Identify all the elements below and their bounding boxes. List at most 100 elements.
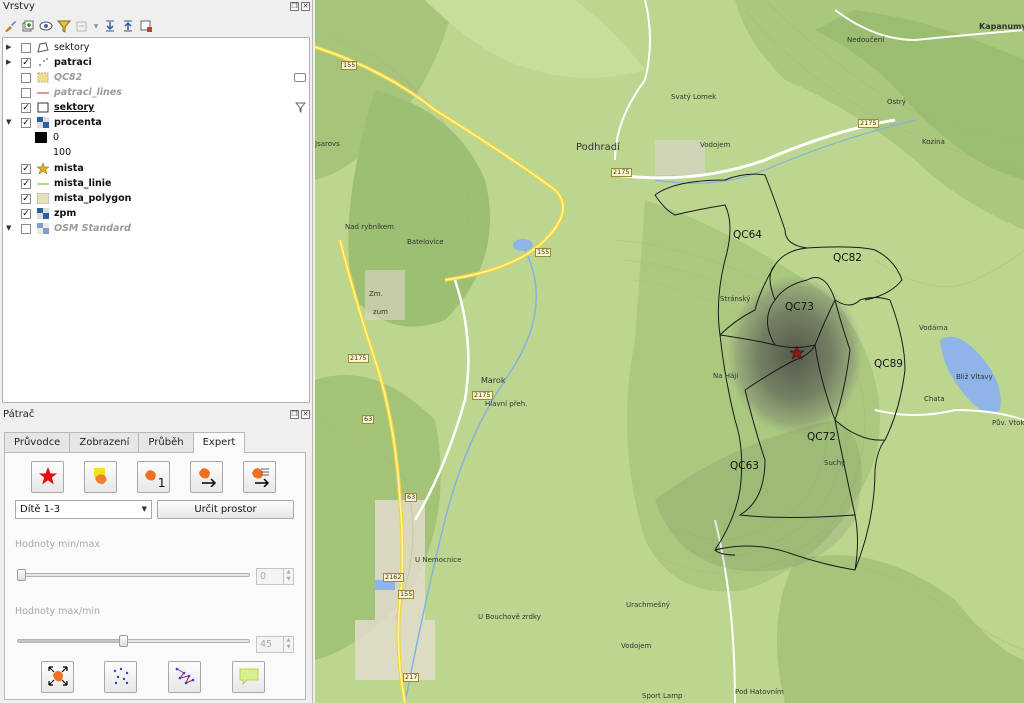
place-star-button[interactable] (31, 461, 64, 493)
tab-pruvodce[interactable]: Průvodce (4, 432, 71, 452)
tab-expert[interactable]: Expert (192, 432, 246, 453)
layer-checkbox[interactable]: ✓ (21, 194, 31, 204)
place-label: Chata (924, 395, 945, 403)
points-icon (37, 57, 49, 68)
layer-row-zpm[interactable]: ✓ zpm (3, 206, 309, 221)
feature-count-icon (294, 73, 306, 82)
show-points-button[interactable] (104, 661, 137, 693)
patrac-panel-title-text: Pátrač (3, 409, 35, 420)
float-icon[interactable]: ❐ (290, 410, 299, 419)
layers-dock-buttons: ❐ ✕ (290, 2, 310, 11)
layer-row-patraci[interactable]: ▶ ✓ patraci (3, 55, 309, 70)
minmax-label: Hodnoty min/max (15, 539, 100, 550)
sector-label: QC73 (785, 301, 814, 313)
place-polygon-button[interactable] (84, 461, 117, 493)
determine-area-button[interactable]: Určit prostor (157, 500, 294, 519)
show-tracks-button[interactable] (168, 661, 201, 693)
place-label: U Bouchově zrdky (478, 613, 541, 621)
map-canvas[interactable]: QC64 QC82 QC73 QC89 QC72 QC63 Podhradí K… (315, 0, 1024, 703)
float-icon[interactable]: ❐ (290, 2, 299, 11)
maxmin-slider-handle[interactable] (118, 635, 128, 647)
road-number-badge: 63 (362, 415, 375, 424)
place-label: Pod Hatovním (735, 688, 784, 696)
line-red-icon (37, 87, 49, 98)
sector-label: QC72 (807, 431, 836, 443)
left-dock: Vrstvy ❐ ✕ ▼ ▶ sektory ▶ ✓ patraci QC82 … (0, 0, 313, 703)
area-one-button[interactable]: 1 (137, 461, 170, 493)
tab-zobrazeni[interactable]: Zobrazení (69, 432, 140, 452)
maxmin-spinbox[interactable]: 45 ▲ ▼ (256, 636, 294, 653)
layer-row-mista-polygon[interactable]: ✓ mista_polygon (3, 191, 309, 206)
manage-visibility-icon[interactable] (39, 19, 53, 33)
place-label: Podhradí (576, 142, 620, 153)
expand-arrow-icon[interactable]: ▼ (6, 115, 14, 130)
close-icon[interactable]: ✕ (301, 410, 310, 419)
minmax-value: 0 (260, 571, 267, 582)
expand-arrow-icon[interactable]: ▶ (6, 55, 14, 70)
layer-checkbox[interactable] (21, 224, 31, 234)
road-number-badge: 155 (341, 61, 358, 70)
road-number-badge: 63 (405, 493, 418, 502)
collapse-all-icon[interactable] (121, 19, 135, 33)
filter-icon[interactable] (57, 19, 71, 33)
minmax-slider-handle[interactable] (17, 569, 26, 581)
extend-area-button[interactable] (41, 661, 74, 693)
layers-toolbar: ▼ (3, 15, 153, 37)
layer-row-osm-standard[interactable]: ▼ OSM Standard (3, 221, 309, 236)
layer-checkbox[interactable] (21, 43, 31, 53)
legend-item-100: 100 (3, 145, 309, 160)
add-group-icon[interactable] (21, 19, 35, 33)
expand-arrow-icon[interactable]: ▼ (6, 221, 14, 236)
chevron-down-icon: ▼ (141, 505, 147, 513)
filter-expression-icon[interactable] (75, 19, 89, 33)
sector-label: QC63 (730, 460, 759, 472)
layer-checkbox[interactable] (21, 73, 31, 83)
spin-arrows-icon[interactable]: ▲ ▼ (283, 637, 293, 652)
polygon-beige-icon (36, 192, 50, 205)
close-icon[interactable]: ✕ (301, 2, 310, 11)
layer-checkbox[interactable]: ✓ (21, 118, 31, 128)
spin-arrows-icon[interactable]: ▲ ▼ (283, 569, 293, 584)
place-label: Nedoučení (847, 36, 885, 44)
layer-checkbox[interactable]: ✓ (21, 179, 31, 189)
layer-row-patraci-lines[interactable]: patraci_lines (3, 85, 309, 100)
patrac-dock-buttons: ❐ ✕ (290, 410, 310, 419)
place-label: Nad rybníkem (345, 223, 394, 231)
area-list-button[interactable] (243, 461, 276, 493)
layer-checkbox[interactable]: ✓ (21, 103, 31, 113)
track-icon (174, 665, 196, 690)
polygon-white-icon (37, 102, 49, 113)
layer-row-mista-linie[interactable]: ✓ mista_linie (3, 176, 309, 191)
tab-prubeh[interactable]: Průběh (138, 432, 194, 452)
layer-checkbox[interactable]: ✓ (21, 209, 31, 219)
layer-row-sektory-group[interactable]: ▶ sektory (3, 40, 309, 55)
area-next-button[interactable] (190, 461, 223, 493)
layer-styling-icon[interactable] (3, 19, 17, 33)
person-type-select[interactable]: Dítě 1-3 ▼ (15, 500, 152, 519)
message-button[interactable] (232, 661, 265, 693)
layer-name: OSM Standard (54, 223, 131, 234)
minmax-slider[interactable] (17, 569, 250, 581)
expand-all-icon[interactable] (103, 19, 117, 33)
layer-checkbox[interactable]: ✓ (21, 58, 31, 68)
chevron-down-icon[interactable]: ▼ (93, 19, 99, 33)
place-label: Svatý Lomek (671, 93, 717, 101)
area-arrow-icon (196, 465, 218, 490)
expand-arrow-icon[interactable]: ▶ (6, 40, 14, 55)
road-number-badge: 2175 (611, 168, 632, 177)
maxmin-label: Hodnoty max/min (15, 606, 100, 617)
remove-layer-icon[interactable] (139, 19, 153, 33)
raster-icon (37, 208, 49, 219)
minmax-spinbox[interactable]: 0 ▲ ▼ (256, 568, 294, 585)
layer-checkbox[interactable] (21, 88, 31, 98)
legend-label: 100 (53, 147, 72, 158)
maxmin-slider[interactable] (17, 635, 250, 647)
layer-row-sektory[interactable]: ✓ sektory (3, 100, 309, 115)
road-number-badge: 2175 (858, 119, 879, 128)
layer-row-procenta[interactable]: ▼ ✓ procenta (3, 115, 309, 130)
road-number-badge: 217 (403, 673, 420, 682)
layer-row-qc82[interactable]: QC82 (3, 70, 309, 85)
layer-row-mista[interactable]: ✓ mista (3, 161, 309, 176)
layer-checkbox[interactable]: ✓ (21, 164, 31, 174)
person-type-value: Dítě 1-3 (20, 504, 61, 515)
